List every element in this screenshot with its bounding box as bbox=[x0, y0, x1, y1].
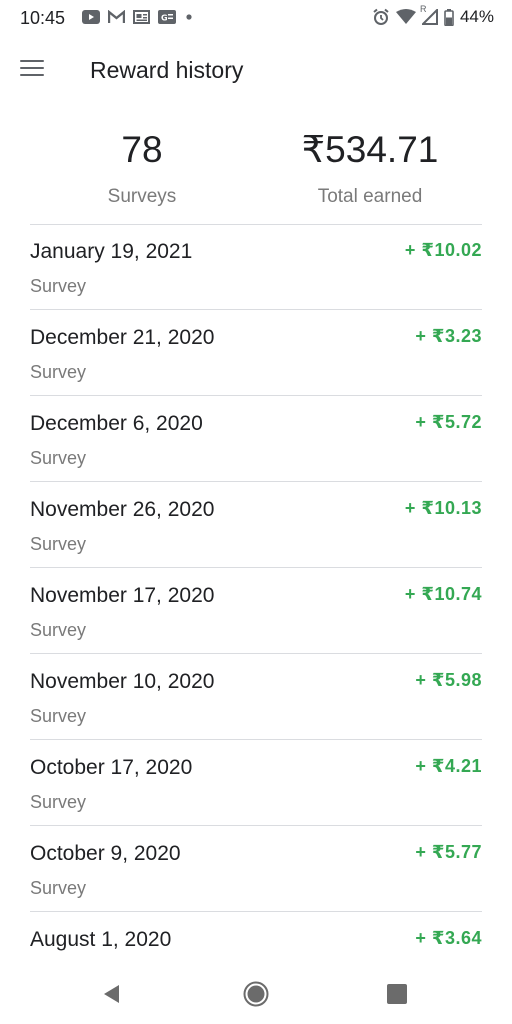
reward-type: Survey bbox=[30, 878, 87, 898]
reward-amount: + ₹3.64 bbox=[415, 928, 482, 948]
reward-date: October 17, 2020 bbox=[30, 756, 193, 779]
reward-row[interactable]: October 17, 2020 Survey + ₹4.21 bbox=[0, 740, 512, 826]
youtube-icon bbox=[82, 10, 100, 24]
reward-type: Survey bbox=[30, 362, 87, 382]
news-icon bbox=[133, 10, 150, 24]
total-earned-value: ₹534.71 bbox=[301, 129, 439, 170]
google-news-icon: G bbox=[158, 10, 176, 24]
reward-date: December 6, 2020 bbox=[30, 412, 203, 435]
wifi-icon bbox=[395, 9, 416, 25]
reward-amount: + ₹10.13 bbox=[404, 498, 482, 518]
surveys-label: Surveys bbox=[107, 186, 177, 207]
reward-type: Survey bbox=[30, 792, 87, 812]
signal-icon: R bbox=[420, 4, 438, 25]
surveys-stat: 78 Surveys bbox=[82, 130, 202, 208]
page-title: Reward history bbox=[90, 57, 244, 83]
status-time: 10:45 bbox=[20, 8, 66, 28]
reward-row[interactable]: October 9, 2020 Survey + ₹5.77 bbox=[0, 826, 512, 912]
back-icon[interactable] bbox=[100, 982, 124, 1006]
total-earned-label: Total earned bbox=[317, 186, 423, 207]
reward-type: Survey bbox=[30, 448, 87, 468]
system-status-icons: R 44% bbox=[372, 4, 494, 27]
signal-roaming-badge: R bbox=[419, 4, 427, 14]
battery-percent: 44% bbox=[459, 7, 494, 26]
app-bar: Reward history bbox=[0, 36, 512, 106]
recents-icon[interactable] bbox=[386, 983, 408, 1005]
total-earned-stat: ₹534.71 Total earned bbox=[280, 130, 460, 208]
reward-amount: + ₹10.74 bbox=[404, 584, 482, 604]
notification-icons: G bbox=[82, 10, 194, 24]
reward-date: August 1, 2020 bbox=[30, 928, 172, 951]
reward-list: January 19, 2021 Survey + ₹10.02 Decembe… bbox=[0, 224, 512, 998]
reward-row[interactable]: November 26, 2020 Survey + ₹10.13 bbox=[0, 482, 512, 568]
reward-date: November 17, 2020 bbox=[30, 584, 215, 607]
reward-type: Survey bbox=[30, 620, 87, 640]
reward-date: January 19, 2021 bbox=[30, 240, 193, 263]
svg-text:G: G bbox=[161, 14, 168, 23]
reward-amount: + ₹3.23 bbox=[415, 326, 482, 346]
reward-type: Survey bbox=[30, 706, 87, 726]
reward-amount: + ₹5.72 bbox=[415, 412, 482, 432]
home-icon[interactable] bbox=[243, 981, 269, 1007]
reward-amount: + ₹10.02 bbox=[404, 240, 482, 260]
reward-date: November 10, 2020 bbox=[30, 670, 215, 693]
surveys-count: 78 bbox=[121, 129, 163, 170]
reward-date: November 26, 2020 bbox=[30, 498, 215, 521]
status-bar: 10:45 G R 44% bbox=[0, 0, 512, 36]
reward-row[interactable]: January 19, 2021 Survey + ₹10.02 bbox=[0, 224, 512, 310]
reward-row[interactable]: November 10, 2020 Survey + ₹5.98 bbox=[0, 654, 512, 740]
reward-type: Survey bbox=[30, 534, 87, 554]
alarm-icon bbox=[372, 8, 390, 26]
reward-date: October 9, 2020 bbox=[30, 842, 181, 865]
reward-amount: + ₹5.77 bbox=[415, 842, 482, 862]
menu-icon[interactable] bbox=[20, 55, 50, 85]
gmail-icon bbox=[108, 10, 125, 24]
reward-amount: + ₹5.98 bbox=[415, 670, 482, 690]
reward-type: Survey bbox=[30, 276, 87, 296]
summary-section: 78 Surveys ₹534.71 Total earned bbox=[0, 116, 512, 224]
battery-icon bbox=[444, 8, 454, 26]
reward-row[interactable]: November 17, 2020 Survey + ₹10.74 bbox=[0, 568, 512, 654]
reward-row[interactable]: December 6, 2020 Survey + ₹5.72 bbox=[0, 396, 512, 482]
system-nav-bar bbox=[0, 962, 512, 1024]
reward-row[interactable]: December 21, 2020 Survey + ₹3.23 bbox=[0, 310, 512, 396]
reward-date: December 21, 2020 bbox=[30, 326, 215, 349]
reward-amount: + ₹4.21 bbox=[415, 756, 482, 776]
dot-icon bbox=[184, 10, 194, 24]
